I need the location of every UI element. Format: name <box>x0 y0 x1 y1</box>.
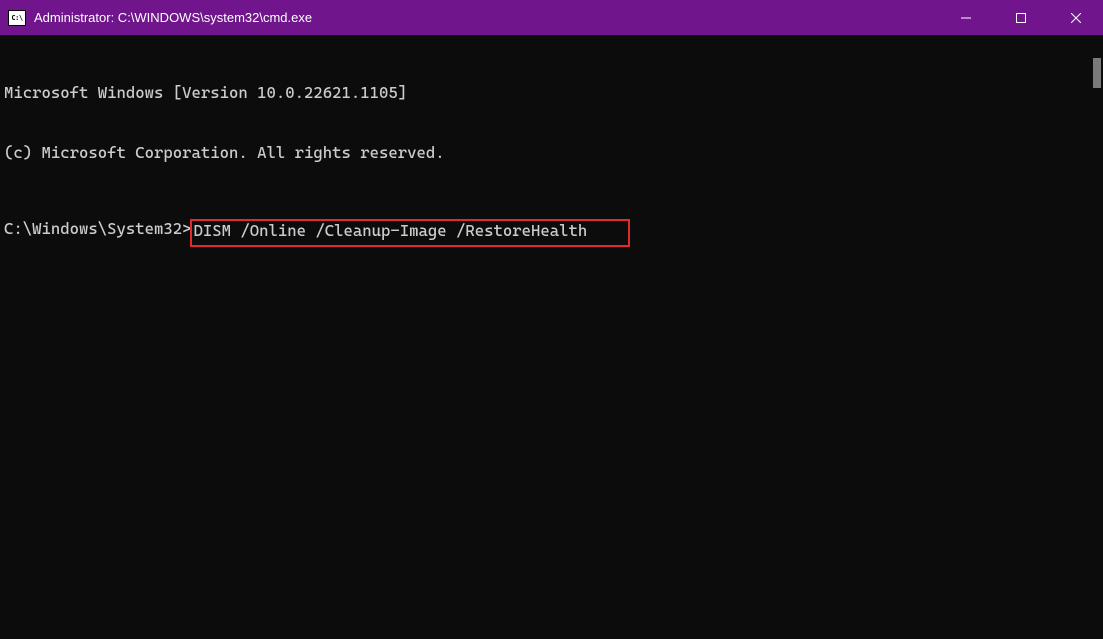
minimize-button[interactable] <box>938 0 993 35</box>
window-title: Administrator: C:\WINDOWS\system32\cmd.e… <box>34 10 938 25</box>
terminal-content[interactable]: Microsoft Windows [Version 10.0.22621.11… <box>0 35 1103 639</box>
prompt-line: C:\Windows\System32>DISM /Online /Cleanu… <box>4 219 1099 247</box>
scrollbar-thumb[interactable] <box>1093 58 1101 88</box>
window-titlebar[interactable]: Administrator: C:\WINDOWS\system32\cmd.e… <box>0 0 1103 35</box>
minimize-icon <box>961 13 971 23</box>
typed-command: DISM /Online /Cleanup-Image /RestoreHeal… <box>194 221 588 240</box>
close-button[interactable] <box>1048 0 1103 35</box>
command-highlight-box: DISM /Online /Cleanup-Image /RestoreHeal… <box>190 219 630 247</box>
close-icon <box>1071 13 1081 23</box>
window-controls <box>938 0 1103 35</box>
version-line: Microsoft Windows [Version 10.0.22621.11… <box>4 83 1099 103</box>
maximize-button[interactable] <box>993 0 1048 35</box>
maximize-icon <box>1016 13 1026 23</box>
cmd-icon <box>8 10 26 26</box>
copyright-line: (c) Microsoft Corporation. All rights re… <box>4 143 1099 163</box>
command-prompt: C:\Windows\System32> <box>4 219 192 247</box>
